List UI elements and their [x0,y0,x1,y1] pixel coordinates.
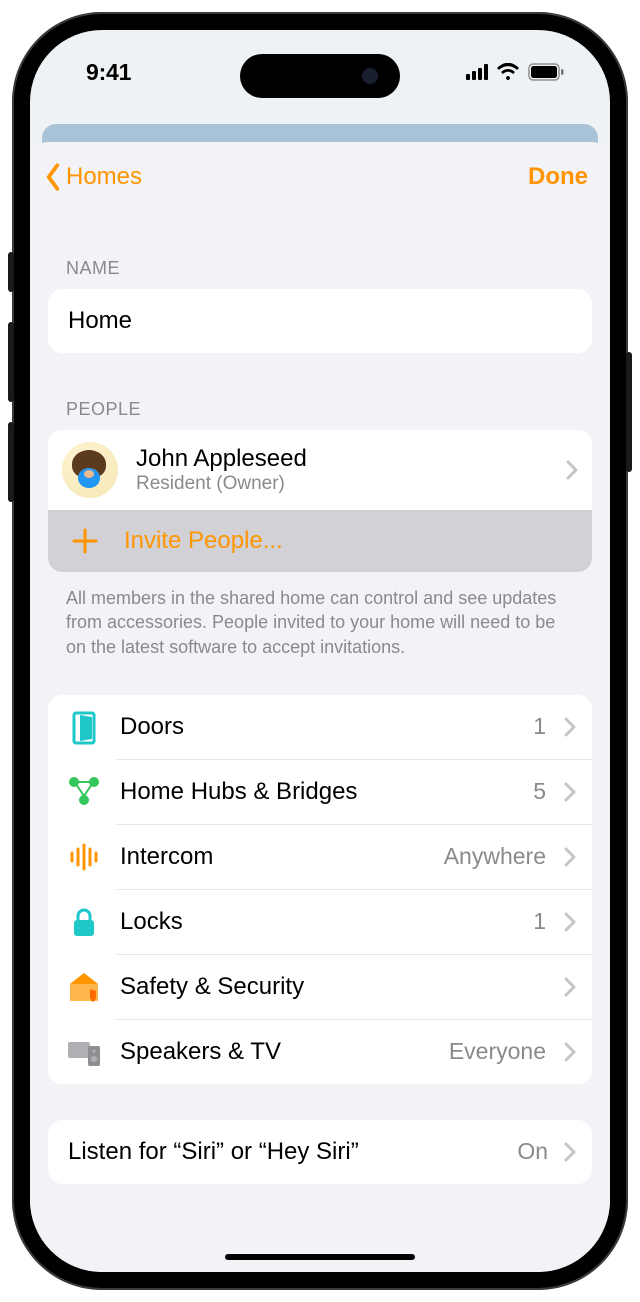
row-label: Locks [120,908,515,936]
speakers-tv-icon [66,1034,102,1070]
row-intercom[interactable]: Intercom Anywhere [116,824,592,889]
chevron-right-icon [564,782,576,802]
person-row[interactable]: John Appleseed Resident (Owner) [48,430,592,510]
person-role: Resident (Owner) [136,473,548,495]
chevron-left-icon [42,162,64,192]
chevron-right-icon [564,1042,576,1062]
avatar [62,442,118,498]
row-label: Speakers & TV [120,1038,431,1066]
status-time: 9:41 [86,59,131,86]
back-button[interactable]: Homes [42,162,142,192]
siri-value: On [517,1138,548,1165]
done-button[interactable]: Done [528,163,588,191]
row-value: 5 [533,778,546,805]
row-value: Everyone [449,1038,546,1065]
plus-icon [70,526,100,556]
safety-icon [66,969,102,1005]
chevron-right-icon [566,460,578,480]
settings-card: Doors 1 Home Hubs & Bridges 5 [48,695,592,1084]
people-card: John Appleseed Resident (Owner) Invite P… [48,430,592,572]
hubs-icon [66,774,102,810]
row-label: Home Hubs & Bridges [120,778,515,806]
invite-people-button[interactable]: Invite People... [48,510,592,572]
invite-label: Invite People... [124,527,283,555]
chevron-right-icon [564,847,576,867]
chevron-right-icon [564,717,576,737]
lock-icon [66,904,102,940]
wifi-icon [496,63,520,81]
cellular-icon [466,64,488,80]
people-section-label: PEOPLE [48,353,592,430]
people-footer: All members in the shared home can contr… [48,572,592,659]
dynamic-island [240,54,400,98]
home-indicator[interactable] [225,1254,415,1260]
siri-card: Listen for “Siri” or “Hey Siri” On [48,1120,592,1184]
back-label: Homes [66,163,142,191]
row-siri[interactable]: Listen for “Siri” or “Hey Siri” On [48,1120,592,1184]
door-icon [66,709,102,745]
device-frame: 9:41 Homes Done [12,12,628,1290]
row-home-hubs[interactable]: Home Hubs & Bridges 5 [116,759,592,824]
chevron-right-icon [564,912,576,932]
row-value: 1 [533,908,546,935]
row-doors[interactable]: Doors 1 [48,695,592,759]
row-value: Anywhere [444,843,546,870]
row-label: Doors [120,713,515,741]
row-label: Safety & Security [120,973,528,1001]
screen: 9:41 Homes Done [30,30,610,1272]
siri-label: Listen for “Siri” or “Hey Siri” [68,1138,501,1166]
home-name-field[interactable]: Home [48,289,592,353]
row-locks[interactable]: Locks 1 [116,889,592,954]
chevron-right-icon [564,977,576,997]
nav-bar: Homes Done [30,142,610,212]
settings-sheet: Homes Done NAME Home PEOPLE John Applese… [30,142,610,1272]
name-card: Home [48,289,592,353]
chevron-right-icon [564,1142,576,1162]
row-speakers[interactable]: Speakers & TV Everyone [116,1019,592,1084]
intercom-icon [66,839,102,875]
row-value: 1 [533,713,546,740]
row-safety[interactable]: Safety & Security [116,954,592,1019]
person-name: John Appleseed [136,445,548,473]
battery-icon [528,63,564,81]
name-section-label: NAME [48,212,592,289]
row-label: Intercom [120,843,426,871]
